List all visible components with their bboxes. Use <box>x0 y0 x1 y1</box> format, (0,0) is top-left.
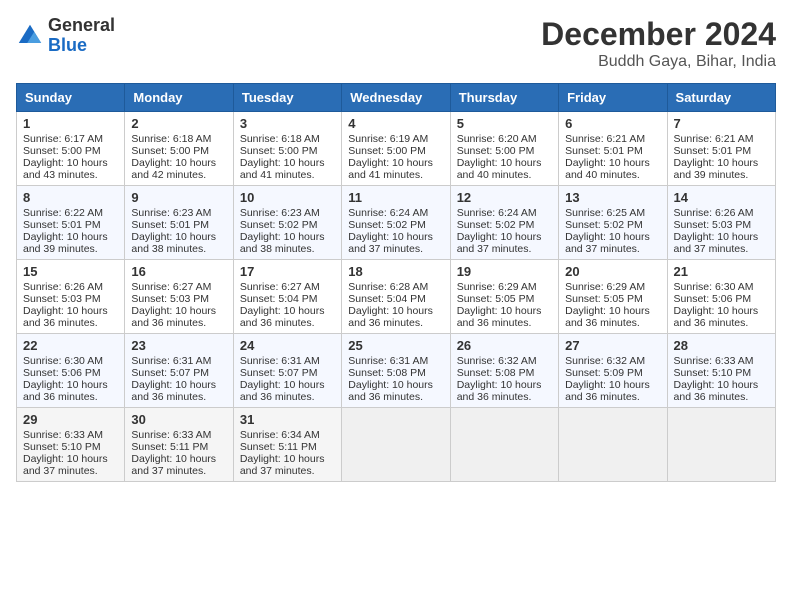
day-24: 24 Sunrise: 6:31 AMSunset: 5:07 PMDaylig… <box>233 334 341 408</box>
title-block: December 2024 Buddh Gaya, Bihar, India <box>541 16 776 71</box>
calendar-row-4: 22 Sunrise: 6:30 AMSunset: 5:06 PMDaylig… <box>17 334 776 408</box>
day-11: 11 Sunrise: 6:24 AMSunset: 5:02 PMDaylig… <box>342 186 450 260</box>
day-26: 26 Sunrise: 6:32 AMSunset: 5:08 PMDaylig… <box>450 334 558 408</box>
header-sunday: Sunday <box>17 84 125 112</box>
day-3: 3 Sunrise: 6:18 AMSunset: 5:00 PMDayligh… <box>233 112 341 186</box>
day-28: 28 Sunrise: 6:33 AMSunset: 5:10 PMDaylig… <box>667 334 775 408</box>
day-23: 23 Sunrise: 6:31 AMSunset: 5:07 PMDaylig… <box>125 334 233 408</box>
day-12: 12 Sunrise: 6:24 AMSunset: 5:02 PMDaylig… <box>450 186 558 260</box>
day-19: 19 Sunrise: 6:29 AMSunset: 5:05 PMDaylig… <box>450 260 558 334</box>
day-29: 29 Sunrise: 6:33 AMSunset: 5:10 PMDaylig… <box>17 408 125 482</box>
empty-cell-2 <box>450 408 558 482</box>
calendar-row-2: 8 Sunrise: 6:22 AMSunset: 5:01 PMDayligh… <box>17 186 776 260</box>
day-25: 25 Sunrise: 6:31 AMSunset: 5:08 PMDaylig… <box>342 334 450 408</box>
month-year-title: December 2024 <box>541 16 776 53</box>
day-4: 4 Sunrise: 6:19 AMSunset: 5:00 PMDayligh… <box>342 112 450 186</box>
header-thursday: Thursday <box>450 84 558 112</box>
day-20: 20 Sunrise: 6:29 AMSunset: 5:05 PMDaylig… <box>559 260 667 334</box>
empty-cell-4 <box>667 408 775 482</box>
logo: GeneralBlue <box>16 16 115 56</box>
day-2: 2 Sunrise: 6:18 AMSunset: 5:00 PMDayligh… <box>125 112 233 186</box>
day-6: 6 Sunrise: 6:21 AMSunset: 5:01 PMDayligh… <box>559 112 667 186</box>
header-friday: Friday <box>559 84 667 112</box>
logo-icon <box>16 22 44 50</box>
day-21: 21 Sunrise: 6:30 AMSunset: 5:06 PMDaylig… <box>667 260 775 334</box>
day-17: 17 Sunrise: 6:27 AMSunset: 5:04 PMDaylig… <box>233 260 341 334</box>
day-27: 27 Sunrise: 6:32 AMSunset: 5:09 PMDaylig… <box>559 334 667 408</box>
day-18: 18 Sunrise: 6:28 AMSunset: 5:04 PMDaylig… <box>342 260 450 334</box>
calendar-row-5: 29 Sunrise: 6:33 AMSunset: 5:10 PMDaylig… <box>17 408 776 482</box>
location-title: Buddh Gaya, Bihar, India <box>541 53 776 71</box>
header-wednesday: Wednesday <box>342 84 450 112</box>
day-30: 30 Sunrise: 6:33 AMSunset: 5:11 PMDaylig… <box>125 408 233 482</box>
header-saturday: Saturday <box>667 84 775 112</box>
day-22: 22 Sunrise: 6:30 AMSunset: 5:06 PMDaylig… <box>17 334 125 408</box>
day-31: 31 Sunrise: 6:34 AMSunset: 5:11 PMDaylig… <box>233 408 341 482</box>
day-10: 10 Sunrise: 6:23 AMSunset: 5:02 PMDaylig… <box>233 186 341 260</box>
header-monday: Monday <box>125 84 233 112</box>
calendar-row-3: 15 Sunrise: 6:26 AMSunset: 5:03 PMDaylig… <box>17 260 776 334</box>
day-8: 8 Sunrise: 6:22 AMSunset: 5:01 PMDayligh… <box>17 186 125 260</box>
day-16: 16 Sunrise: 6:27 AMSunset: 5:03 PMDaylig… <box>125 260 233 334</box>
day-7: 7 Sunrise: 6:21 AMSunset: 5:01 PMDayligh… <box>667 112 775 186</box>
logo-text: GeneralBlue <box>48 16 115 56</box>
day-14: 14 Sunrise: 6:26 AMSunset: 5:03 PMDaylig… <box>667 186 775 260</box>
day-1: 1 Sunrise: 6:17 AMSunset: 5:00 PMDayligh… <box>17 112 125 186</box>
day-5: 5 Sunrise: 6:20 AMSunset: 5:00 PMDayligh… <box>450 112 558 186</box>
day-15: 15 Sunrise: 6:26 AMSunset: 5:03 PMDaylig… <box>17 260 125 334</box>
day-13: 13 Sunrise: 6:25 AMSunset: 5:02 PMDaylig… <box>559 186 667 260</box>
page-header: GeneralBlue December 2024 Buddh Gaya, Bi… <box>16 16 776 71</box>
empty-cell-1 <box>342 408 450 482</box>
day-9: 9 Sunrise: 6:23 AMSunset: 5:01 PMDayligh… <box>125 186 233 260</box>
empty-cell-3 <box>559 408 667 482</box>
header-tuesday: Tuesday <box>233 84 341 112</box>
calendar-table: Sunday Monday Tuesday Wednesday Thursday… <box>16 83 776 482</box>
calendar-row-1: 1 Sunrise: 6:17 AMSunset: 5:00 PMDayligh… <box>17 112 776 186</box>
weekday-header-row: Sunday Monday Tuesday Wednesday Thursday… <box>17 84 776 112</box>
